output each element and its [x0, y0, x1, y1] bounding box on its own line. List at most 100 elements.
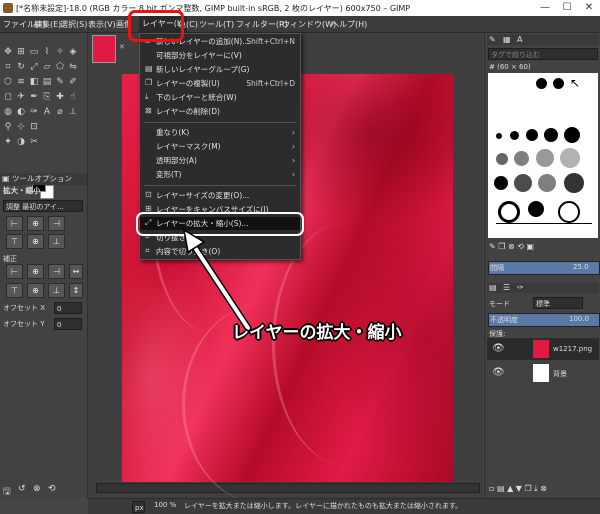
- clone-tool-icon[interactable]: ⎘: [42, 92, 52, 102]
- distribute-top-button[interactable]: ⊤: [6, 283, 23, 298]
- pencil-tool-icon[interactable]: ✎: [55, 77, 65, 87]
- flip-tool-icon[interactable]: ⇋: [68, 62, 78, 72]
- distribute-middle-button[interactable]: ⊕: [27, 283, 44, 298]
- rect-select-tool-icon[interactable]: ▭: [29, 47, 39, 57]
- restore-options-icon[interactable]: ↺: [18, 484, 26, 494]
- free-select-tool-icon[interactable]: ⌇: [42, 47, 52, 57]
- smudge-tool-icon[interactable]: ☝: [68, 92, 78, 102]
- eye-visibility-icon[interactable]: 👁: [492, 343, 505, 354]
- brush-action-icons[interactable]: ✎ ❐ ⊗ ⟲ ▣: [489, 242, 534, 251]
- align-top-button[interactable]: ⊤: [6, 234, 23, 249]
- align-right-button[interactable]: ⊣: [48, 216, 65, 231]
- layer-name[interactable]: w1217.png: [553, 345, 592, 353]
- paths-tool-icon[interactable]: ✑: [29, 107, 39, 117]
- menu-view[interactable]: 表示(V): [88, 19, 116, 30]
- patterns-tab-icon[interactable]: ▦: [503, 35, 511, 44]
- align-left-button[interactable]: ⊢: [6, 216, 23, 231]
- move-tool-icon[interactable]: ✥: [3, 47, 13, 57]
- brush-tag-filter-input[interactable]: タグで絞り込む: [488, 48, 598, 60]
- maximize-button[interactable]: ☐: [556, 0, 578, 16]
- dodge-tool-icon[interactable]: ◐: [16, 107, 26, 117]
- gradient-tool-icon[interactable]: ▤: [42, 77, 52, 87]
- tool-options-tab[interactable]: ツールオプション: [0, 173, 87, 185]
- layers-tab-icon[interactable]: ▤: [489, 283, 497, 292]
- align-tool-icon[interactable]: ⊞: [16, 47, 26, 57]
- menu-item-new-layer-group[interactable]: ▤ 新しいレイヤーグループ(G): [140, 63, 300, 76]
- clipping-dropdown[interactable]: 調整 最初のアイ…: [3, 200, 83, 212]
- scale-tool-icon[interactable]: ⤢: [29, 62, 39, 72]
- paint-select-tool-icon[interactable]: ✦: [3, 137, 13, 147]
- offset-y-input[interactable]: 0: [54, 318, 82, 330]
- ink-tool-icon[interactable]: ✒: [29, 92, 39, 102]
- save-options-icon[interactable]: 🖫: [3, 484, 11, 500]
- menu-item-merge-down[interactable]: ⤓ 下のレイヤーと統合(W): [140, 91, 300, 104]
- measure-tool-icon[interactable]: ⟂: [68, 107, 78, 117]
- zoom-dropdown[interactable]: 100 %: [154, 501, 176, 509]
- align-center-button[interactable]: ⊕: [27, 216, 44, 231]
- layer-mode-dropdown[interactable]: 標準: [533, 297, 583, 309]
- offset-x-input[interactable]: 0: [54, 302, 82, 314]
- fuzzy-select-tool-icon[interactable]: ✧: [55, 47, 65, 57]
- heal-tool-icon[interactable]: ✚: [55, 92, 65, 102]
- cage-tool-icon[interactable]: ⬡: [3, 77, 13, 87]
- reset-options-icon[interactable]: ⟲: [48, 484, 56, 494]
- align-middle-button[interactable]: ⊕: [27, 234, 44, 249]
- zoom-tool-icon[interactable]: ⚲: [3, 122, 13, 132]
- crop-tool-icon[interactable]: ⌗: [3, 62, 13, 72]
- menu-filters[interactable]: フィルター(R): [236, 19, 288, 30]
- perspective-tool-icon[interactable]: ⬠: [55, 62, 65, 72]
- menu-item-layer-boundary-size[interactable]: ⊡ レイヤーサイズの変更(O)...: [140, 189, 300, 202]
- distribute-width-button[interactable]: ↔: [69, 264, 83, 279]
- distribute-center-button[interactable]: ⊕: [27, 264, 44, 279]
- image-tab-close-icon[interactable]: ✕: [119, 43, 125, 51]
- delete-options-icon[interactable]: ⊗: [33, 484, 41, 494]
- shear-tool-icon[interactable]: ▱: [42, 62, 52, 72]
- layer-row[interactable]: 👁 w1217.png: [487, 338, 599, 360]
- text-tool-icon[interactable]: A: [42, 107, 52, 117]
- distribute-left-button[interactable]: ⊢: [6, 264, 23, 279]
- layer-action-icons[interactable]: ▫ ▤ ▲ ▼ ❐ ⤓ ⊗: [489, 484, 547, 494]
- warp-tool-icon[interactable]: ≋: [16, 77, 26, 87]
- layer-row[interactable]: 👁 背景: [487, 362, 599, 384]
- paths-tab-icon[interactable]: ✑: [517, 283, 524, 292]
- menu-item-transparency[interactable]: 透明部分(A) ›: [140, 154, 300, 167]
- delete-icon: ⊠: [145, 106, 152, 115]
- menu-select[interactable]: 選択(S): [60, 19, 87, 30]
- layer-name[interactable]: 背景: [553, 369, 567, 379]
- menu-help[interactable]: ヘルプ(H): [331, 19, 367, 30]
- rotate-tool-icon[interactable]: ↻: [16, 62, 26, 72]
- distribute-right-button[interactable]: ⊣: [48, 264, 65, 279]
- distribute-height-button[interactable]: ↕: [69, 283, 83, 298]
- menu-item-stack[interactable]: 重なり(K) ›: [140, 126, 300, 139]
- fonts-tab-icon[interactable]: A: [517, 35, 522, 44]
- paintbrush-tool-icon[interactable]: ✐: [68, 77, 78, 87]
- foreground-select-tool-icon[interactable]: ◑: [16, 137, 26, 147]
- blur-tool-icon[interactable]: ◍: [3, 107, 13, 117]
- menu-item-new-from-visible[interactable]: 可視部分をレイヤーに(V): [140, 49, 300, 62]
- menu-windows[interactable]: ウィンドウ(W): [282, 19, 336, 30]
- menu-item-layer-mask[interactable]: レイヤーマスク(M) ›: [140, 140, 300, 153]
- airbrush-tool-icon[interactable]: ✈: [16, 92, 26, 102]
- menu-item-delete-layer[interactable]: ⊠ レイヤーの削除(D): [140, 105, 300, 118]
- channels-tab-icon[interactable]: ☰: [503, 283, 510, 292]
- scissors-tool-icon[interactable]: ✂: [29, 137, 39, 147]
- handle-transform-tool-icon[interactable]: ⊹: [16, 122, 26, 132]
- unified-transform-tool-icon[interactable]: ⊡: [29, 122, 39, 132]
- bucket-fill-tool-icon[interactable]: ◧: [29, 77, 39, 87]
- close-window-button[interactable]: ✕: [578, 0, 600, 16]
- eye-visibility-icon[interactable]: 👁: [492, 367, 505, 378]
- image-tab-thumbnail[interactable]: [92, 35, 116, 63]
- distribute-bottom-button[interactable]: ⊥: [48, 283, 65, 298]
- unit-dropdown[interactable]: px: [132, 501, 145, 513]
- color-select-tool-icon[interactable]: ◈: [68, 47, 78, 57]
- brushes-tab-icon[interactable]: ✎: [489, 35, 496, 44]
- menu-tools[interactable]: ツール(T): [199, 19, 234, 30]
- color-picker-tool-icon[interactable]: ⌀: [55, 107, 65, 117]
- menu-item-duplicate-layer[interactable]: ❐ レイヤーの複製(U) Shift+Ctrl+D: [140, 77, 300, 90]
- eraser-tool-icon[interactable]: ◻: [3, 92, 13, 102]
- align-bottom-button[interactable]: ⊥: [48, 234, 65, 249]
- menu-item-transform[interactable]: 変形(T) ›: [140, 168, 300, 181]
- brush-grid[interactable]: ↖: [488, 73, 598, 238]
- minimize-button[interactable]: —: [534, 0, 556, 16]
- menu-edit[interactable]: 編集(E): [34, 19, 61, 30]
